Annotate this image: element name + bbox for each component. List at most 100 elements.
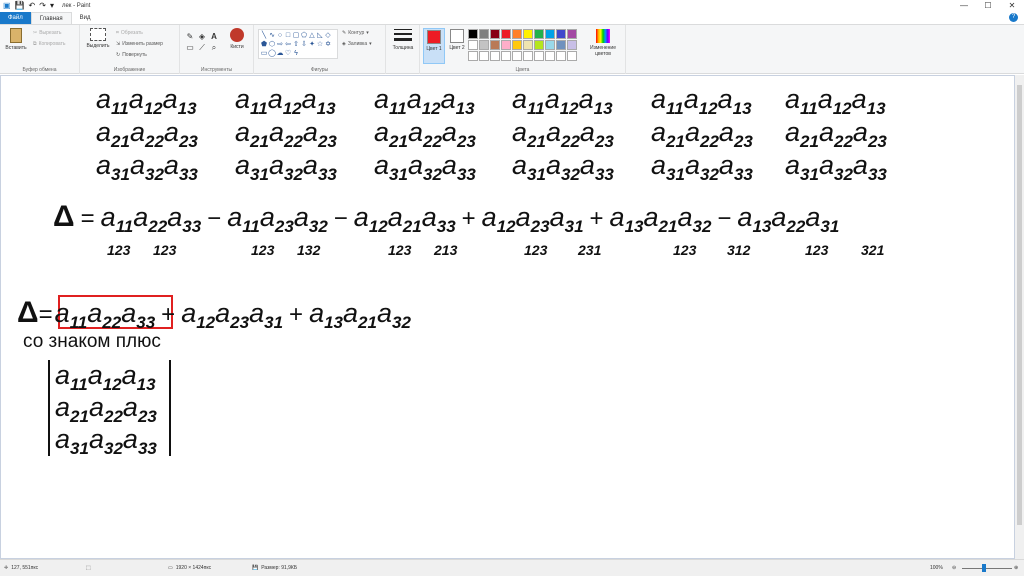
zoom-in-icon[interactable]: ⊕ <box>1014 565 1018 571</box>
color1-selector[interactable]: Цвет 1 <box>423 28 445 64</box>
cloud-shape-icon[interactable]: ☁ <box>276 49 284 58</box>
palette-swatch[interactable] <box>468 51 478 61</box>
star4-shape-icon[interactable]: ✦ <box>308 40 316 49</box>
color-picker-icon[interactable]: ⟋ <box>196 42 208 53</box>
tab-view[interactable]: Вид <box>72 12 99 24</box>
zoom-out-icon[interactable]: ⊖ <box>952 565 956 571</box>
oval-shape-icon[interactable]: ○ <box>276 31 284 40</box>
palette-swatch[interactable] <box>567 51 577 61</box>
palette-swatch[interactable] <box>490 29 500 39</box>
size-button[interactable]: Толщина <box>390 29 416 51</box>
arrow-up-shape-icon[interactable]: ⇧ <box>292 40 300 49</box>
palette-swatch[interactable] <box>468 40 478 50</box>
palette-swatch[interactable] <box>468 29 478 39</box>
rotate-button[interactable]: ↻ Повернуть <box>116 52 147 58</box>
palette-swatch[interactable] <box>523 40 533 50</box>
copy-button[interactable]: ⧉ Копировать <box>33 41 66 47</box>
pencil-icon[interactable]: ✎ <box>184 31 196 42</box>
palette-swatch[interactable] <box>490 40 500 50</box>
right-triangle-shape-icon[interactable]: ◺ <box>316 31 324 40</box>
second-expression: Δ=a11a22a33 + a12a23a31 + a13a21a32 <box>17 296 411 336</box>
redo-icon[interactable]: ↷ <box>39 1 46 11</box>
arrow-left-shape-icon[interactable]: ⇦ <box>284 40 292 49</box>
palette-swatch[interactable] <box>479 29 489 39</box>
palette-swatch[interactable] <box>545 40 555 50</box>
palette-swatch[interactable] <box>534 29 544 39</box>
outline-dropdown[interactable]: ✎ Контур ▾ <box>342 30 369 36</box>
palette-swatch[interactable] <box>501 40 511 50</box>
crop-button[interactable]: ⌗ Обрезать <box>116 30 143 36</box>
palette-swatch[interactable] <box>556 51 566 61</box>
palette-swatch[interactable] <box>534 51 544 61</box>
tab-file[interactable]: Файл <box>0 12 31 24</box>
zoom-slider[interactable] <box>962 568 1012 569</box>
paste-icon <box>10 28 22 43</box>
palette-swatch[interactable] <box>512 40 522 50</box>
palette-swatch[interactable] <box>501 29 511 39</box>
selection-size: ⬚ <box>86 565 91 571</box>
minimize-button[interactable]: — <box>952 0 976 12</box>
eraser-icon[interactable]: ▭ <box>184 42 196 53</box>
copy-icon: ⧉ <box>33 41 37 47</box>
heart-shape-icon[interactable]: ♡ <box>284 49 292 58</box>
magnifier-icon[interactable]: ⌕ <box>208 42 220 53</box>
drawing-canvas[interactable]: со знаком плюс a11a12a13 a21a22a23 a31a32a… <box>1 76 1014 558</box>
matrix-row-terms: a31a32a33 <box>235 152 337 188</box>
palette-swatch[interactable] <box>556 29 566 39</box>
palette-swatch[interactable] <box>545 51 555 61</box>
lightning-shape-icon[interactable]: ϟ <box>292 49 300 58</box>
edit-colors-button[interactable]: Изменение цветов <box>586 29 620 57</box>
palette-swatch[interactable] <box>490 51 500 61</box>
image-size-text: 1920 × 1424пкс <box>175 565 212 571</box>
paste-button[interactable]: Вставить <box>3 28 29 51</box>
rounded-rect-shape-icon[interactable]: ▢ <box>292 31 300 40</box>
palette-swatch[interactable] <box>479 51 489 61</box>
callout-oval-shape-icon[interactable]: ◯ <box>268 49 276 58</box>
undo-icon[interactable]: ↶ <box>29 1 36 11</box>
select-button[interactable]: Выделить <box>84 28 112 49</box>
tab-home[interactable]: Главная <box>30 12 72 24</box>
close-button[interactable]: ✕ <box>1000 0 1024 12</box>
fill-bucket-icon[interactable]: ◈ <box>196 31 208 42</box>
arrow-right-shape-icon[interactable]: ⇨ <box>276 40 284 49</box>
palette-swatch[interactable] <box>534 40 544 50</box>
arrow-down-shape-icon[interactable]: ⇩ <box>300 40 308 49</box>
palette-swatch[interactable] <box>567 40 577 50</box>
triangle-shape-icon[interactable]: △ <box>308 31 316 40</box>
scrollbar-thumb[interactable] <box>1017 85 1022 525</box>
cursor-position-text: 127, 551пкс <box>11 565 39 571</box>
palette-swatch[interactable] <box>501 51 511 61</box>
hexagon-shape-icon[interactable]: ⬡ <box>268 40 276 49</box>
fill-dropdown[interactable]: ◈ Заливка ▾ <box>342 41 372 47</box>
vertical-scrollbar[interactable] <box>1015 75 1024 559</box>
text-tool-icon[interactable]: A <box>208 31 220 42</box>
resize-button[interactable]: ⇲ Изменить размер <box>116 41 163 47</box>
cut-button[interactable]: ✂ Вырезать <box>33 30 61 36</box>
pentagon-shape-icon[interactable]: ⬟ <box>260 40 268 49</box>
palette-swatch[interactable] <box>512 29 522 39</box>
line-shape-icon[interactable]: ╲ <box>260 31 268 40</box>
callout-rect-shape-icon[interactable]: ▭ <box>260 49 268 58</box>
matrix-row: a31a32a33 <box>785 152 887 188</box>
rectangle-shape-icon[interactable]: □ <box>284 31 292 40</box>
color2-selector[interactable]: Цвет 2 <box>446 28 468 64</box>
palette-swatch[interactable] <box>545 29 555 39</box>
outline-label: Контур <box>348 30 365 36</box>
customize-quick-access-icon[interactable]: ▾ <box>50 1 54 11</box>
diamond-shape-icon[interactable]: ◇ <box>324 31 332 40</box>
palette-swatch[interactable] <box>556 40 566 50</box>
brushes-button[interactable]: Кисти <box>224 28 250 50</box>
palette-swatch[interactable] <box>479 40 489 50</box>
palette-swatch[interactable] <box>567 29 577 39</box>
curve-shape-icon[interactable]: ∿ <box>268 31 276 40</box>
star6-shape-icon[interactable]: ✡ <box>324 40 332 49</box>
palette-swatch[interactable] <box>523 51 533 61</box>
palette-swatch[interactable] <box>523 29 533 39</box>
maximize-button[interactable]: ☐ <box>976 0 1000 12</box>
polygon-shape-icon[interactable]: ⬠ <box>300 31 308 40</box>
help-icon[interactable]: ? <box>1009 13 1018 22</box>
palette-swatch[interactable] <box>512 51 522 61</box>
zoom-slider-thumb[interactable] <box>982 564 986 572</box>
save-icon[interactable]: 💾 <box>15 1 25 11</box>
star5-shape-icon[interactable]: ☆ <box>316 40 324 49</box>
